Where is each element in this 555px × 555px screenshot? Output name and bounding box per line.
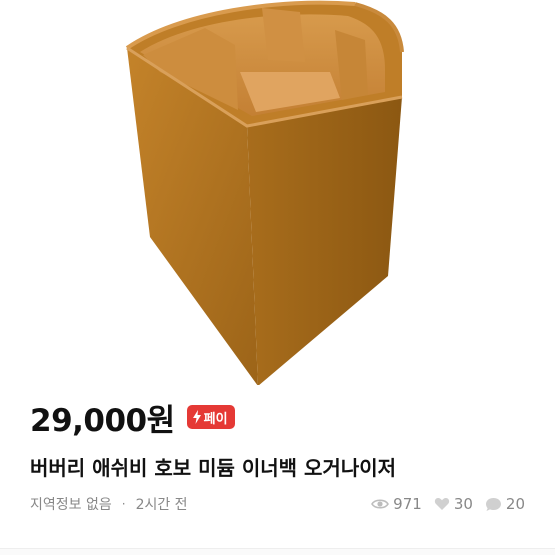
product-image[interactable] (0, 0, 555, 385)
listing-stats: 971 30 20 (359, 493, 525, 515)
organizer-pocket-divider (262, 8, 305, 62)
felt-organizer-illustration (125, 0, 404, 385)
listing-meta: 지역정보 없음 · 2시간 전 (30, 493, 188, 515)
price-row: 29,000원 페이 (30, 397, 235, 439)
pay-badge-label: 페이 (203, 411, 228, 427)
organizer-right-face (247, 97, 402, 385)
bottom-divider (0, 548, 555, 555)
time-ago: 2시간 전 (135, 497, 188, 513)
chats-count: 20 (505, 495, 525, 513)
bolt-icon (192, 410, 201, 424)
eye-icon (371, 499, 390, 509)
likes-count: 30 (453, 495, 473, 513)
views-count: 971 (393, 495, 422, 513)
likes-stat: 30 (434, 495, 473, 513)
chats-stat: 20 (485, 495, 525, 513)
meta-separator: · (121, 497, 126, 511)
heart-icon (434, 497, 449, 510)
chat-bubble-icon (485, 497, 501, 511)
price: 29,000원 (30, 402, 175, 439)
product-title: 버버리 애쉬비 호보 미듐 이너백 오거나이저 (30, 456, 397, 480)
views-stat: 971 (371, 495, 422, 513)
pay-badge[interactable]: 페이 (186, 405, 235, 429)
location-text: 지역정보 없음 (30, 497, 112, 513)
